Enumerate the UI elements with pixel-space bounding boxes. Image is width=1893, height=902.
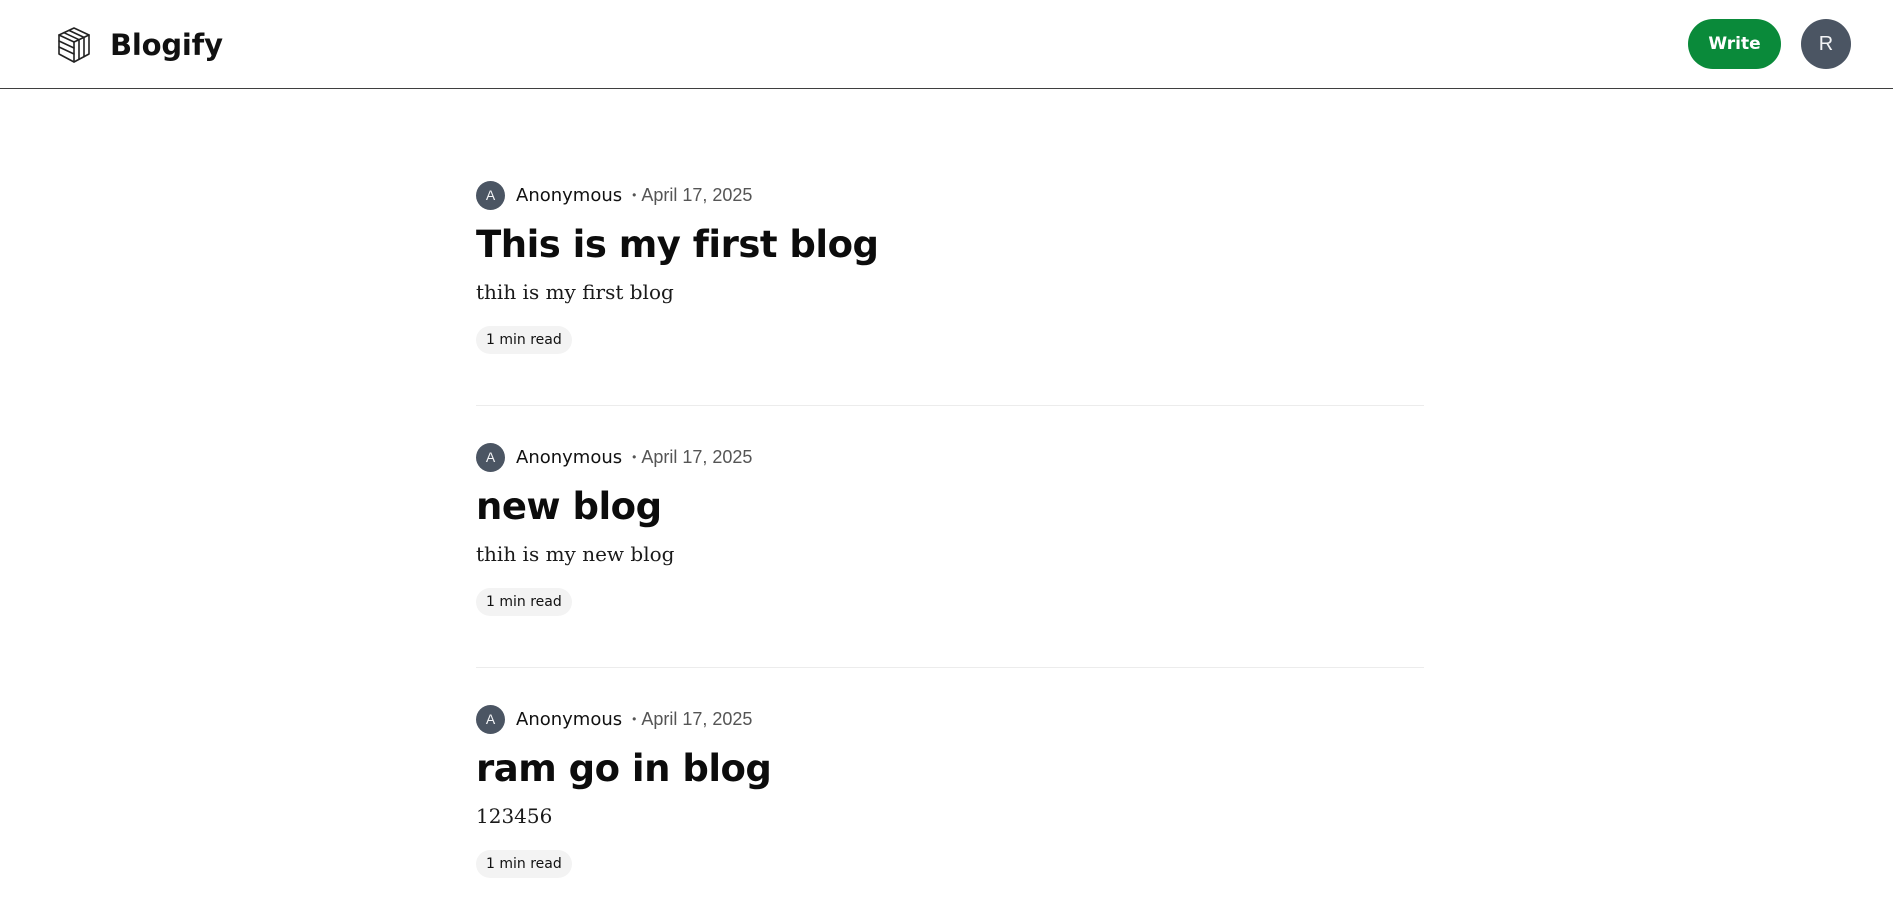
header-actions: Write R: [1688, 19, 1851, 69]
post-date: April 17, 2025: [641, 708, 753, 729]
user-avatar[interactable]: R: [1801, 19, 1851, 69]
meta-separator: •: [632, 188, 637, 202]
post-excerpt: thih is my first blog: [476, 280, 674, 304]
write-button[interactable]: Write: [1688, 19, 1781, 69]
author-name: Anonymous: [516, 446, 623, 468]
post-meta: A Anonymous • April 17, 2025: [476, 178, 1424, 212]
author-avatar: A: [476, 180, 505, 210]
blog-card[interactable]: A Anonymous • April 17, 2025 This is my …: [476, 178, 1424, 406]
author-avatar: A: [476, 704, 505, 734]
post-title[interactable]: This is my first blog: [476, 222, 1424, 268]
post-meta: A Anonymous • April 17, 2025: [476, 702, 1424, 736]
app-root: Blogify Write R A Anonymous • April 17, …: [0, 0, 1893, 902]
post-excerpt: 123456: [476, 804, 553, 828]
read-time-badge: 1 min read: [476, 588, 572, 616]
post-title[interactable]: ram go in blog: [476, 746, 1424, 792]
post-excerpt: thih is my new blog: [476, 542, 675, 566]
meta-separator: •: [632, 450, 637, 464]
blog-card[interactable]: A Anonymous • April 17, 2025 new blog th…: [476, 440, 1424, 668]
post-date: April 17, 2025: [641, 446, 753, 467]
author-name: Anonymous: [516, 184, 623, 206]
post-date: April 17, 2025: [641, 184, 753, 205]
author-name: Anonymous: [516, 708, 623, 730]
read-time-badge: 1 min read: [476, 326, 572, 354]
meta-separator: •: [632, 712, 637, 726]
post-title[interactable]: new blog: [476, 484, 1424, 530]
brand-home-link[interactable]: Blogify: [56, 26, 223, 64]
read-time-badge: 1 min read: [476, 850, 572, 878]
blog-feed: A Anonymous • April 17, 2025 This is my …: [476, 178, 1424, 902]
cube-box-icon: [58, 27, 90, 63]
blog-card[interactable]: A Anonymous • April 17, 2025 ram go in b…: [476, 702, 1424, 902]
author-avatar: A: [476, 442, 505, 472]
brand-name: Blogify: [110, 28, 223, 62]
top-navbar: Blogify Write R: [0, 0, 1893, 89]
post-meta: A Anonymous • April 17, 2025: [476, 440, 1424, 474]
